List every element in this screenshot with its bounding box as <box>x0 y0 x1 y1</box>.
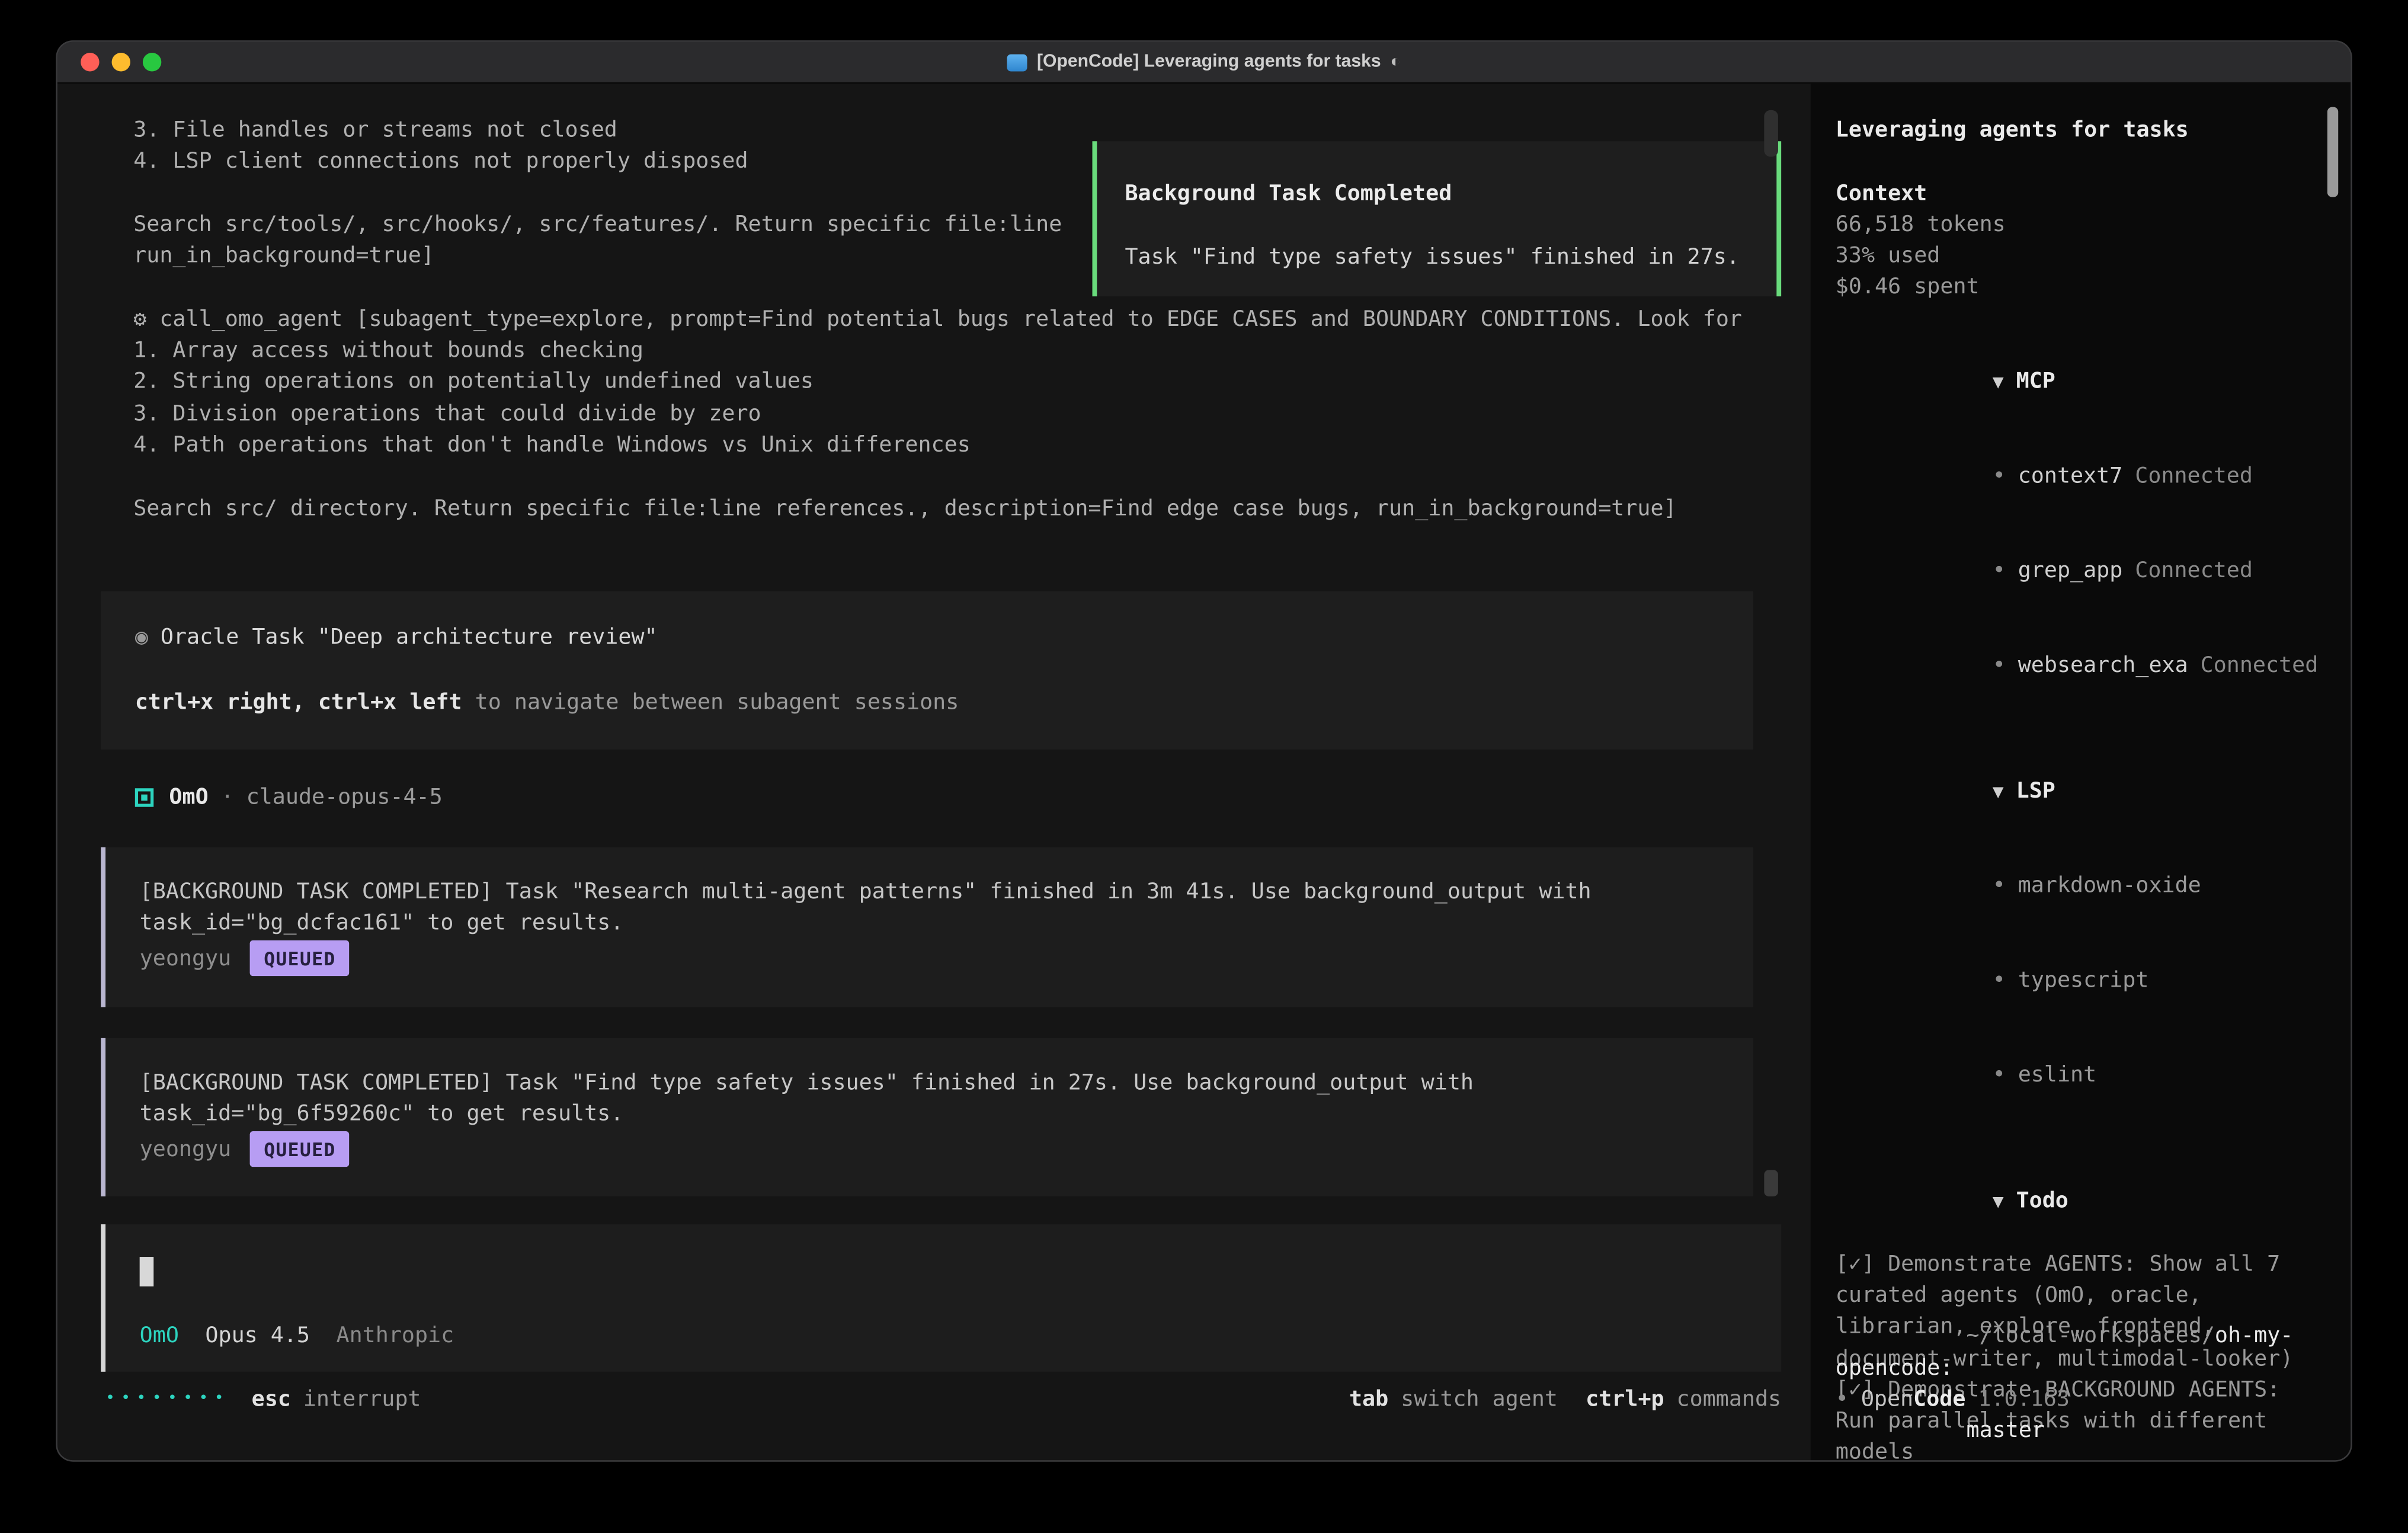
esc-key-hint: esc <box>252 1384 291 1415</box>
current-model-label: Opus 4.5 <box>205 1320 310 1352</box>
workspace-path: ~/local-workspaces/oh-my-opencode: maste… <box>1836 1289 2326 1460</box>
mcp-section-header[interactable]: ▼MCP <box>1836 335 2326 430</box>
sidebar: Leveraging agents for tasks Context 66,5… <box>1811 84 2351 1460</box>
status-bar: •••••••• esc interrupt tab switch agent … <box>105 1384 1781 1415</box>
scrollbar-thumb[interactable] <box>1764 110 1778 157</box>
lsp-item: •typescript <box>1836 934 2326 1028</box>
terminal-line: 1. Array access without bounds checking <box>133 335 1742 367</box>
message-author: yeongyu <box>140 943 232 974</box>
terminal-tab-icon <box>1007 53 1027 71</box>
git-branch: master <box>1967 1419 2045 1444</box>
tab-key-hint: tab <box>1349 1384 1388 1415</box>
ctrlp-key-hint: ctrl+p <box>1586 1384 1664 1415</box>
agent-header: OmO · claude-opus-4-5 <box>135 782 443 813</box>
bullet-icon: • <box>1836 1387 1849 1412</box>
text-cursor <box>140 1257 154 1286</box>
agent-model: claude-opus-4-5 <box>246 782 443 813</box>
agent-name: OmO <box>169 782 208 813</box>
current-agent-label: OmO <box>140 1320 179 1352</box>
version-number: 1.0.163 <box>1978 1387 2070 1412</box>
window-title-text: [OpenCode] Leveraging agents for tasks <box>1037 53 1381 71</box>
chevron-down-icon: ▼ <box>1993 781 2004 803</box>
sidebar-scrollbar-thumb[interactable] <box>2327 107 2338 197</box>
bullet-icon: • <box>1993 968 2006 993</box>
current-provider-label: Anthropic <box>337 1320 454 1352</box>
status-badge: QUEUED <box>250 940 350 977</box>
input-meta: OmO Opus 4.5 Anthropic <box>140 1320 454 1352</box>
titlebar: [OpenCode] Leveraging agents for tasks ◐ <box>57 42 2351 84</box>
terminal-line: 2. String operations on potentially unde… <box>133 367 1742 398</box>
subagent-nav-hint: ctrl+x right, ctrl+x left to navigate be… <box>135 687 959 719</box>
agent-square-icon <box>135 788 153 806</box>
mcp-item: •grep_appConnected <box>1836 524 2326 619</box>
lsp-item: •eslint <box>1836 1028 2326 1122</box>
oracle-task-label: Oracle Task "Deep architecture review" <box>161 625 658 650</box>
window-title: [OpenCode] Leveraging agents for tasks ◐ <box>57 42 2351 82</box>
esc-key-label: interrupt <box>303 1384 421 1415</box>
context-spent: $0.46 spent <box>1836 273 2326 304</box>
background-task-message: [BACKGROUND TASK COMPLETED] Task "Resear… <box>101 847 1753 1007</box>
context-tokens: 66,518 tokens <box>1836 209 2326 241</box>
bullet-icon: • <box>1993 654 2006 679</box>
todo-section-header[interactable]: ▼Todo <box>1836 1154 2326 1249</box>
bullet-icon: • <box>1993 465 2006 489</box>
toast-title: Background Task Completed <box>1125 178 1452 210</box>
message-text: [BACKGROUND TASK COMPLETED] Task "Find t… <box>140 1068 1474 1099</box>
message-text: task_id="bg_dcfac161" to get results. <box>140 908 624 939</box>
bullet-icon: • <box>1993 874 2006 899</box>
toast-body: Task "Find type safety issues" finished … <box>1125 242 1739 274</box>
chevron-down-icon: ▼ <box>1993 1190 2004 1212</box>
spinner-dots: •••••••• <box>105 1384 230 1415</box>
oracle-task-title: ◉ Oracle Task "Deep architecture review" <box>135 622 658 654</box>
message-meta: yeongyu QUEUED <box>140 1131 350 1167</box>
terminal-line: 4. Path operations that don't handle Win… <box>133 430 1742 461</box>
lsp-item: •markdown-oxide <box>1836 839 2326 933</box>
message-author: yeongyu <box>140 1134 232 1165</box>
bullet-icon: • <box>1993 1062 2006 1087</box>
scrollbar-thumb[interactable] <box>1764 1170 1778 1196</box>
context-used: 33% used <box>1836 241 2326 272</box>
busy-indicator-icon: ◐ <box>1390 53 1400 71</box>
terminal-line: Search src/ directory. Return specific f… <box>133 493 1742 524</box>
background-task-message: [BACKGROUND TASK COMPLETED] Task "Find t… <box>101 1038 1753 1196</box>
terminal-line: 3. Division operations that could divide… <box>133 398 1742 430</box>
lsp-section-header[interactable]: ▼LSP <box>1836 745 2326 839</box>
app-version-footer: •OpenCode1.0.163 <box>1836 1384 2070 1416</box>
oracle-task-card: ◉Oracle Task "Deep architecture review" … <box>101 591 1753 750</box>
bullet-icon: • <box>1993 559 2006 584</box>
terminal-window: [OpenCode] Leveraging agents for tasks ◐… <box>57 42 2351 1460</box>
chevron-down-icon: ▼ <box>1993 372 2004 393</box>
oracle-icon: ◉ <box>135 625 148 650</box>
message-meta: yeongyu QUEUED <box>140 940 350 977</box>
mcp-item: •context7Connected <box>1836 430 2326 524</box>
tool-call-line: ⚙ call_omo_agent [subagent_type=explore,… <box>133 304 1742 335</box>
ctrlp-key-label: commands <box>1677 1384 1782 1415</box>
chat-pane: 3. File handles or streams not closed 4.… <box>57 84 1811 1460</box>
message-text: [BACKGROUND TASK COMPLETED] Task "Resear… <box>140 877 1592 908</box>
session-title: Leveraging agents for tasks <box>1836 115 2326 146</box>
separator-dot: · <box>221 782 234 813</box>
screen: [OpenCode] Leveraging agents for tasks ◐… <box>0 0 2408 1533</box>
context-header: Context <box>1836 178 2326 209</box>
terminal-line <box>133 461 1742 492</box>
tab-key-label: switch agent <box>1401 1384 1558 1415</box>
prompt-input[interactable]: OmO Opus 4.5 Anthropic <box>101 1224 1781 1372</box>
status-badge: QUEUED <box>250 1131 350 1167</box>
keybind-text: ctrl+x right, ctrl+x left <box>135 690 462 715</box>
message-text: task_id="bg_6f59260c" to get results. <box>140 1099 624 1130</box>
window-content: 3. File handles or streams not closed 4.… <box>57 84 2351 1460</box>
notification-toast[interactable]: Background Task Completed Task "Find typ… <box>1092 141 1781 296</box>
mcp-item: •websearch_exaConnected <box>1836 619 2326 713</box>
